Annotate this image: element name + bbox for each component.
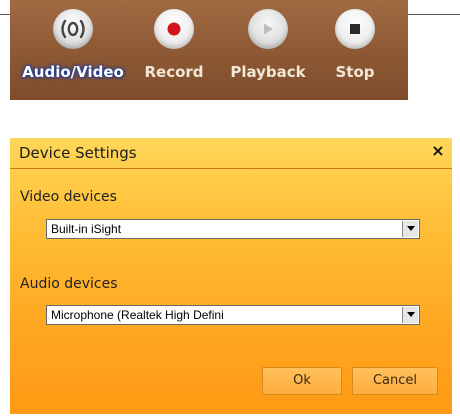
chevron-down-icon[interactable]	[402, 221, 418, 237]
ok-button[interactable]: Ok	[262, 367, 342, 395]
toolbar: Audio/Video Record Playback Stop	[10, 0, 408, 100]
record-button[interactable]: Record	[134, 9, 214, 95]
playback-label: Playback	[230, 63, 306, 81]
audio-video-icon	[53, 9, 93, 49]
stop-button[interactable]: Stop	[320, 9, 390, 95]
record-dot-icon	[154, 9, 194, 49]
audio-device-select[interactable]: Microphone (Realtek High Defini	[46, 305, 420, 325]
dialog-title: Device Settings	[19, 144, 137, 162]
video-devices-label: Video devices	[20, 189, 117, 205]
device-settings-dialog: Device Settings × Video devices Built-in…	[10, 138, 452, 414]
chevron-down-icon[interactable]	[402, 307, 418, 323]
stop-square-icon	[335, 9, 375, 49]
record-label: Record	[144, 63, 204, 81]
play-triangle-icon	[248, 9, 288, 49]
video-device-select[interactable]: Built-in iSight	[46, 219, 420, 239]
audio-devices-label: Audio devices	[20, 276, 118, 292]
dialog-title-bar: Device Settings ×	[10, 138, 452, 169]
audio-video-button[interactable]: Audio/Video	[14, 9, 132, 95]
playback-button[interactable]: Playback	[222, 9, 314, 95]
audio-video-label: Audio/Video	[22, 63, 124, 81]
video-device-value: Built-in iSight	[51, 222, 122, 236]
cancel-button[interactable]: Cancel	[352, 367, 438, 395]
audio-device-value: Microphone (Realtek High Defini	[51, 308, 224, 322]
close-icon[interactable]: ×	[428, 140, 448, 162]
stop-label: Stop	[335, 63, 375, 81]
